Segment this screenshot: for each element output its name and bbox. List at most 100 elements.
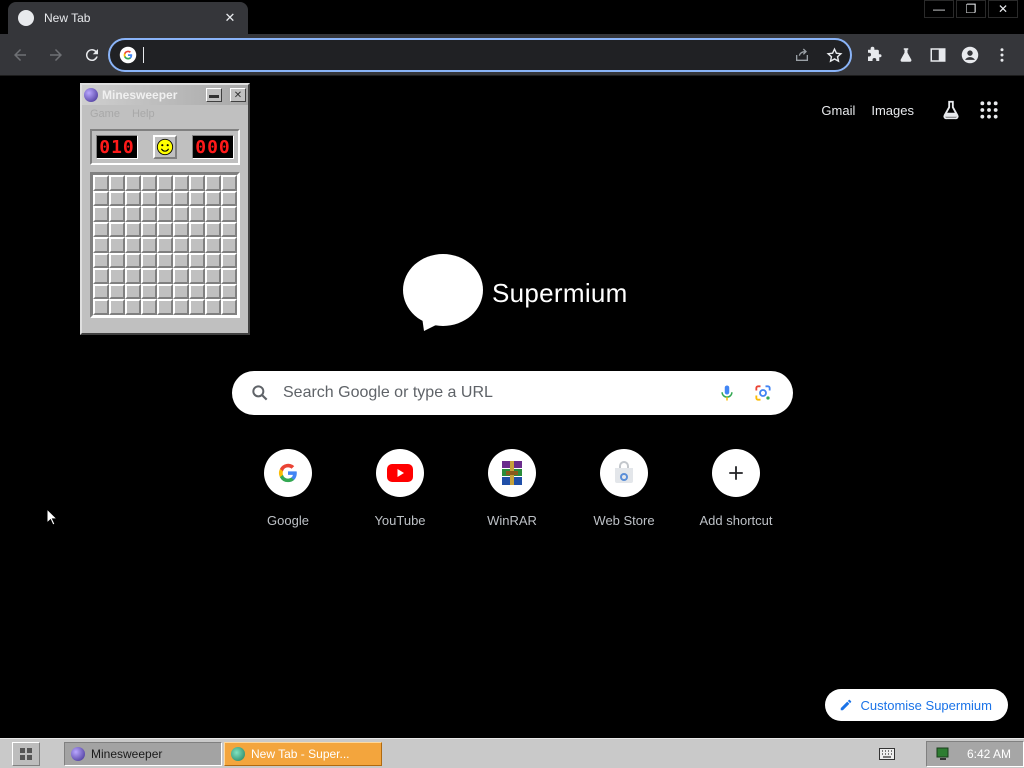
extensions-button[interactable]	[858, 39, 890, 71]
shortcut-web-store[interactable]: Web Store	[568, 449, 680, 528]
mine-cell[interactable]	[189, 206, 205, 222]
shortcut-winrar[interactable]: WinRAR	[456, 449, 568, 528]
mine-cell[interactable]	[125, 175, 141, 191]
mine-cell[interactable]	[141, 237, 157, 253]
mine-cell[interactable]	[93, 175, 109, 191]
mine-cell[interactable]	[173, 283, 189, 300]
start-button[interactable]	[12, 741, 40, 766]
back-button[interactable]	[4, 39, 36, 71]
minesweeper-window[interactable]: Minesweeper ▬ ✕ Game Help 010 000	[80, 83, 250, 335]
mine-cell[interactable]	[141, 206, 157, 222]
mine-cell[interactable]	[125, 299, 141, 315]
mine-cell[interactable]	[205, 283, 221, 300]
shortcut-google[interactable]: Google	[232, 449, 344, 528]
taskbar-item-minesweeper[interactable]: Minesweeper	[64, 741, 222, 766]
mine-cell[interactable]	[157, 237, 173, 253]
mine-cell[interactable]	[93, 221, 109, 238]
close-window-button[interactable]: ✕	[988, 0, 1018, 18]
mine-cell[interactable]	[221, 237, 237, 253]
gmail-link[interactable]: Gmail	[821, 103, 855, 118]
mine-cell[interactable]	[173, 252, 189, 269]
mine-cell[interactable]	[93, 252, 109, 269]
mine-cell[interactable]	[173, 299, 189, 315]
google-apps-button[interactable]	[972, 93, 1006, 127]
shortcut-youtube[interactable]: YouTube	[344, 449, 456, 528]
tab-close-icon[interactable]: ✕	[222, 10, 238, 26]
mine-cell[interactable]	[141, 268, 157, 284]
mine-cell[interactable]	[205, 206, 221, 222]
mine-cell[interactable]	[221, 206, 237, 222]
mine-cell[interactable]	[125, 237, 141, 253]
mine-cell[interactable]	[109, 190, 125, 207]
mine-cell[interactable]	[173, 237, 189, 253]
menu-button[interactable]	[986, 39, 1018, 71]
shortcut-add[interactable]: Add shortcut	[680, 449, 792, 528]
customise-button[interactable]: Customise Supermium	[824, 689, 1008, 721]
mine-cell[interactable]	[141, 175, 157, 191]
mine-cell[interactable]	[93, 299, 109, 315]
mine-cell[interactable]	[205, 221, 221, 238]
mine-cell[interactable]	[205, 268, 221, 284]
mine-cell[interactable]	[205, 175, 221, 191]
mine-cell[interactable]	[189, 268, 205, 284]
omnibox-input[interactable]	[146, 47, 786, 63]
minimize-button[interactable]: —	[924, 0, 954, 18]
mine-cell[interactable]	[157, 299, 173, 315]
mine-cell[interactable]	[157, 190, 173, 207]
mine-cell[interactable]	[141, 299, 157, 315]
mine-cell[interactable]	[141, 221, 157, 238]
mine-cell[interactable]	[125, 206, 141, 222]
reload-button[interactable]	[76, 39, 108, 71]
mine-cell[interactable]	[157, 221, 173, 238]
address-bar[interactable]	[108, 38, 852, 72]
mine-cell[interactable]	[93, 268, 109, 284]
mine-cell[interactable]	[189, 237, 205, 253]
mine-cell[interactable]	[189, 252, 205, 269]
mine-cell[interactable]	[173, 190, 189, 207]
lens-search-button[interactable]	[745, 375, 781, 411]
mine-cell[interactable]	[221, 175, 237, 191]
mine-cell[interactable]	[189, 190, 205, 207]
mine-cell[interactable]	[157, 206, 173, 222]
mine-cell[interactable]	[221, 299, 237, 315]
mine-cell[interactable]	[189, 283, 205, 300]
mine-cell[interactable]	[221, 190, 237, 207]
mine-cell[interactable]	[141, 190, 157, 207]
mine-cell[interactable]	[205, 252, 221, 269]
mine-cell[interactable]	[221, 221, 237, 238]
mine-cell[interactable]	[205, 237, 221, 253]
taskbar-item-new-tab[interactable]: New Tab - Super...	[224, 741, 382, 766]
mine-cell[interactable]	[221, 268, 237, 284]
mine-cell[interactable]	[221, 283, 237, 300]
mine-cell[interactable]	[125, 283, 141, 300]
keyboard-button[interactable]	[872, 748, 902, 760]
mine-cell[interactable]	[109, 268, 125, 284]
labs-button[interactable]	[934, 93, 968, 127]
mine-cell[interactable]	[93, 190, 109, 207]
mine-cell[interactable]	[109, 252, 125, 269]
mine-cell[interactable]	[157, 283, 173, 300]
voice-search-button[interactable]	[709, 375, 745, 411]
mine-cell[interactable]	[109, 237, 125, 253]
mine-cell[interactable]	[205, 299, 221, 315]
mine-cell[interactable]	[173, 175, 189, 191]
mine-cell[interactable]	[93, 237, 109, 253]
mine-cell[interactable]	[125, 221, 141, 238]
images-link[interactable]: Images	[871, 103, 914, 118]
menu-help[interactable]: Help	[132, 108, 155, 120]
minesweeper-titlebar[interactable]: Minesweeper ▬ ✕	[82, 85, 248, 105]
mine-cell[interactable]	[125, 190, 141, 207]
mine-cell[interactable]	[125, 252, 141, 269]
mine-cell[interactable]	[221, 252, 237, 269]
mine-cell[interactable]	[141, 283, 157, 300]
mine-cell[interactable]	[157, 252, 173, 269]
forward-button[interactable]	[40, 39, 72, 71]
mine-cell[interactable]	[189, 221, 205, 238]
mine-cell[interactable]	[109, 175, 125, 191]
smiley-face-button[interactable]	[153, 135, 177, 159]
profile-button[interactable]	[954, 39, 986, 71]
share-button[interactable]	[786, 40, 818, 70]
mine-cell[interactable]	[141, 252, 157, 269]
minesweeper-minimize-button[interactable]: ▬	[206, 88, 222, 102]
mine-cell[interactable]	[189, 299, 205, 315]
